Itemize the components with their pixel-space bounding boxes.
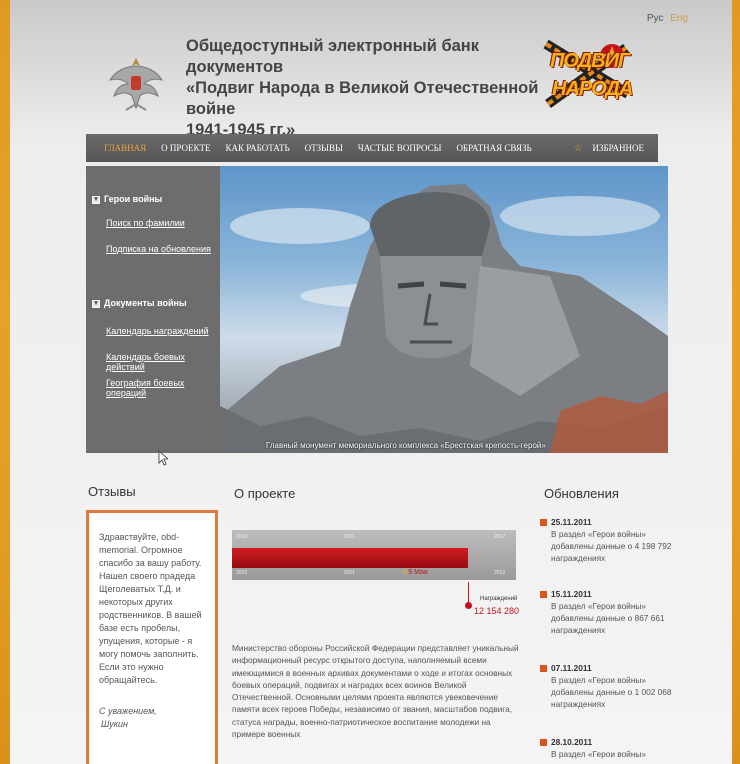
nav-item-how-to[interactable]: Как работать <box>226 143 290 153</box>
about-heading: О проекте <box>234 486 296 501</box>
collapse-icon: ▾ <box>92 195 100 204</box>
main-nav: Главная О проекте Как работать Отзывы Ча… <box>86 134 658 162</box>
updates-heading: Обновления <box>544 486 619 501</box>
awards-count: 12 154 280 <box>474 606 520 616</box>
monument-image <box>220 184 668 453</box>
sidebar-section-documents-label: Документы войны <box>104 298 187 308</box>
nav-item-faq[interactable]: Частые вопросы <box>358 143 442 153</box>
review-text: Здравствуйте, obd-memorial. Огромное спа… <box>99 532 202 685</box>
sidebar-link-battles-calendar[interactable]: Календарь боевых действий <box>106 352 220 372</box>
ribbon-icon <box>543 39 631 109</box>
sidebar: ▾ Герои войны Поиск по фамилии Подписка н… <box>86 166 220 453</box>
update-date-label: 28.10.2011 <box>551 737 593 747</box>
collapse-icon: ▾ <box>92 299 100 308</box>
review-signature-line2: Шукин <box>101 719 128 729</box>
lang-ru-link[interactable]: Рус <box>647 13 664 24</box>
bullet-icon <box>540 519 547 527</box>
favorites-label: Избранное <box>592 143 644 153</box>
logo-text-line1: ПОДВИГ <box>550 50 630 72</box>
site-title-line2: «Подвиг Народа в Великой Отечественной в… <box>186 79 539 118</box>
reviews-heading: Отзывы <box>88 484 136 499</box>
sidebar-link-subscribe[interactable]: Подписка на обновления <box>106 244 211 254</box>
sidebar-link-operations-geography[interactable]: География боевых операций <box>106 378 220 398</box>
lang-en-link[interactable]: Eng <box>670 13 688 24</box>
timeline-year-bottom-2: 2011 <box>344 570 355 576</box>
awards-label: Награждений <box>480 596 518 602</box>
bullet-icon <box>540 591 547 599</box>
update-item: 28.10.2011 В раздел «Герои войны» <box>540 736 680 760</box>
update-date-label: 07.11.2011 <box>551 663 592 673</box>
bullet-icon <box>540 665 547 673</box>
nav-item-home[interactable]: Главная <box>104 143 146 153</box>
awards-pointer-dot <box>465 602 472 609</box>
update-item: 15.11.2011 В раздел «Герои войны» добавл… <box>540 588 680 636</box>
review-card: Здравствуйте, obd-memorial. Огромное спа… <box>86 510 218 764</box>
timeline-marker: ★9 Мая <box>402 568 428 576</box>
about-text: Министерство обороны Российской Федераци… <box>232 643 519 740</box>
sidebar-link-search-surname[interactable]: Поиск по фамилии <box>106 218 185 228</box>
logo-text-line2: НАРОДА <box>552 78 633 100</box>
mouse-cursor-icon <box>158 450 168 466</box>
timeline-year-top-1: 2010 <box>236 534 248 540</box>
review-signature-line1: С уважением, <box>99 706 157 716</box>
site-title: Общедоступный электронный банк документо… <box>186 36 546 141</box>
awards-timeline: 2010 2011 2012 2010 2011 2012 ★9 Мая <box>232 530 516 580</box>
update-date: 15.11.2011 <box>540 588 680 600</box>
language-switcher: Рус Eng <box>643 13 688 24</box>
star-icon: ☆ <box>573 143 583 154</box>
update-date: 28.10.2011 <box>540 736 680 748</box>
podvig-naroda-logo[interactable]: ПОДВИГ НАРОДА <box>538 34 636 114</box>
bullet-icon <box>540 739 547 747</box>
sidebar-section-heroes-label: Герои войны <box>104 194 163 204</box>
page: Рус Eng Общедоступный электронный банк д… <box>10 0 732 764</box>
timeline-year-top-3: 2012 <box>494 534 506 540</box>
update-text: В раздел «Герои войны» добавлены данные … <box>551 675 672 709</box>
review-signature: С уважением, Шукин <box>99 705 209 731</box>
timeline-year-bottom-1: 2010 <box>236 570 248 576</box>
awards-pointer <box>468 582 469 604</box>
sidebar-section-documents[interactable]: ▾ Документы войны <box>92 298 187 308</box>
update-item: 25.11.2011 В раздел «Герои войны» добавл… <box>540 516 680 564</box>
nav-item-favorites[interactable]: ☆ Избранное <box>574 143 645 154</box>
nav-item-about[interactable]: О проекте <box>161 143 210 153</box>
update-date: 25.11.2011 <box>540 516 680 528</box>
update-text: В раздел «Герои войны» добавлены данные … <box>551 601 665 635</box>
update-date-label: 15.11.2011 <box>551 589 592 599</box>
hero-caption: Главный монумент мемориального комплекса… <box>266 441 546 450</box>
nav-item-feedback[interactable]: Обратная связь <box>456 143 531 153</box>
update-date-label: 25.11.2011 <box>551 517 592 527</box>
nav-item-reviews[interactable]: Отзывы <box>305 143 343 153</box>
sidebar-link-awards-calendar[interactable]: Календарь награждений <box>106 326 209 336</box>
timeline-progress <box>232 548 468 568</box>
update-text: В раздел «Герои войны» добавлены данные … <box>551 529 672 563</box>
hero-image: Главный монумент мемориального комплекса… <box>220 166 668 453</box>
timeline-year-bottom-3: 2012 <box>494 570 506 576</box>
update-item: 07.11.2011 В раздел «Герои войны» добавл… <box>540 662 680 710</box>
sidebar-section-heroes[interactable]: ▾ Герои войны <box>92 194 162 204</box>
timeline-year-top-2: 2011 <box>344 534 355 540</box>
update-text: В раздел «Герои войны» <box>551 749 646 759</box>
timeline-marker-label: 9 Мая <box>408 569 428 576</box>
ministry-emblem-icon <box>108 58 164 111</box>
site-title-line1: Общедоступный электронный банк документо… <box>186 37 480 76</box>
update-date: 07.11.2011 <box>540 662 680 674</box>
